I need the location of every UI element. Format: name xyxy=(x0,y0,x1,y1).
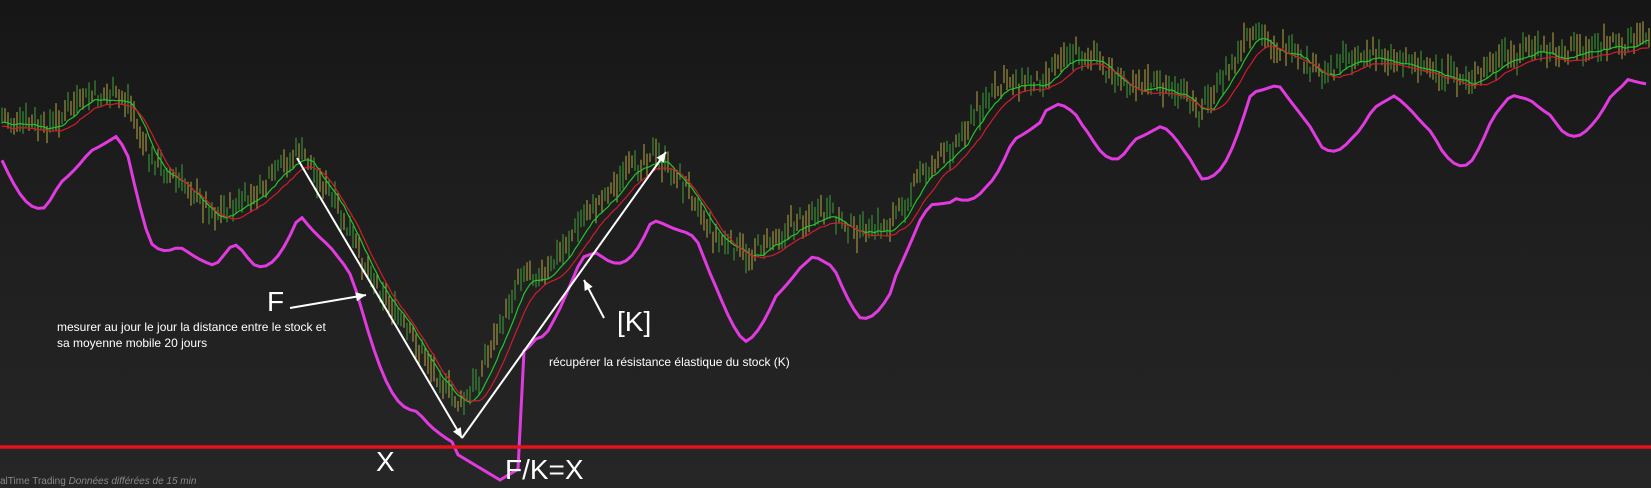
footer-delay: Données différées de 15 min xyxy=(68,476,197,487)
note-f-line2: sa moyenne mobile 20 jours xyxy=(57,336,208,350)
note-k: récupérer la résistance élastique du sto… xyxy=(549,355,790,369)
ma-red-line xyxy=(1,45,1650,402)
label-x: X xyxy=(376,446,395,477)
label-k: [K] xyxy=(617,306,652,337)
arrow-k-pointer xyxy=(583,279,605,319)
chart-canvas: F mesurer au jour le jour la distance en… xyxy=(0,0,1651,488)
arrow-down-leg xyxy=(296,157,463,439)
price-candles xyxy=(1,21,1650,415)
elastic-resistance-line xyxy=(0,77,1647,482)
arrow-f-pointer xyxy=(289,292,367,309)
arrow-up-leg xyxy=(461,151,667,439)
ma-green-line xyxy=(1,38,1650,404)
annotation-arrows xyxy=(289,151,667,439)
label-f: F xyxy=(267,286,285,317)
footer: alTime Trading Données différées de 15 m… xyxy=(0,476,196,487)
footer-source: alTime Trading xyxy=(0,476,66,487)
label-fkx: F/K=X xyxy=(505,454,584,485)
note-f-line1: mesurer au jour le jour la distance entr… xyxy=(57,320,326,334)
chart-plot xyxy=(0,21,1651,482)
